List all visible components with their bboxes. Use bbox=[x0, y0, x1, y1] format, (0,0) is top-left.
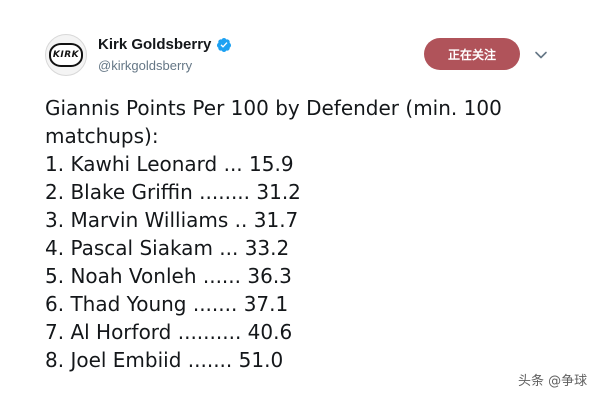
following-button[interactable]: 正在关注 bbox=[424, 38, 520, 70]
tweet-text: Giannis Points Per 100 by Defender (min.… bbox=[45, 94, 585, 374]
author-handle[interactable]: @kirkgoldsberry bbox=[98, 58, 192, 73]
list-item: 4. Pascal Siakam ... 33.2 bbox=[45, 236, 290, 260]
list-item: 3. Marvin Williams .. 31.7 bbox=[45, 208, 299, 232]
chevron-down-icon[interactable] bbox=[534, 48, 548, 62]
list-item: 8. Joel Embiid ....... 51.0 bbox=[45, 348, 284, 372]
list-item: 1. Kawhi Leonard ... 15.9 bbox=[45, 152, 294, 176]
author-display-name[interactable]: Kirk Goldsberry bbox=[98, 36, 211, 53]
list-item: 5. Noah Vonleh ...... 36.3 bbox=[45, 264, 292, 288]
avatar-logo: KIRK bbox=[49, 43, 83, 67]
list-item: 6. Thad Young ....... 37.1 bbox=[45, 292, 289, 316]
tweet-title-line: matchups): bbox=[45, 124, 159, 148]
avatar[interactable]: KIRK bbox=[45, 34, 87, 76]
list-item: 2. Blake Griffin ........ 31.2 bbox=[45, 180, 301, 204]
tweet-title-line: Giannis Points Per 100 by Defender (min.… bbox=[45, 96, 502, 120]
list-item: 7. Al Horford .......... 40.6 bbox=[45, 320, 293, 344]
author-name-row: Kirk Goldsberry bbox=[98, 36, 232, 53]
watermark: 头条 @争球 bbox=[518, 374, 588, 389]
avatar-text: KIRK bbox=[52, 50, 80, 60]
verified-badge-icon bbox=[217, 37, 232, 52]
